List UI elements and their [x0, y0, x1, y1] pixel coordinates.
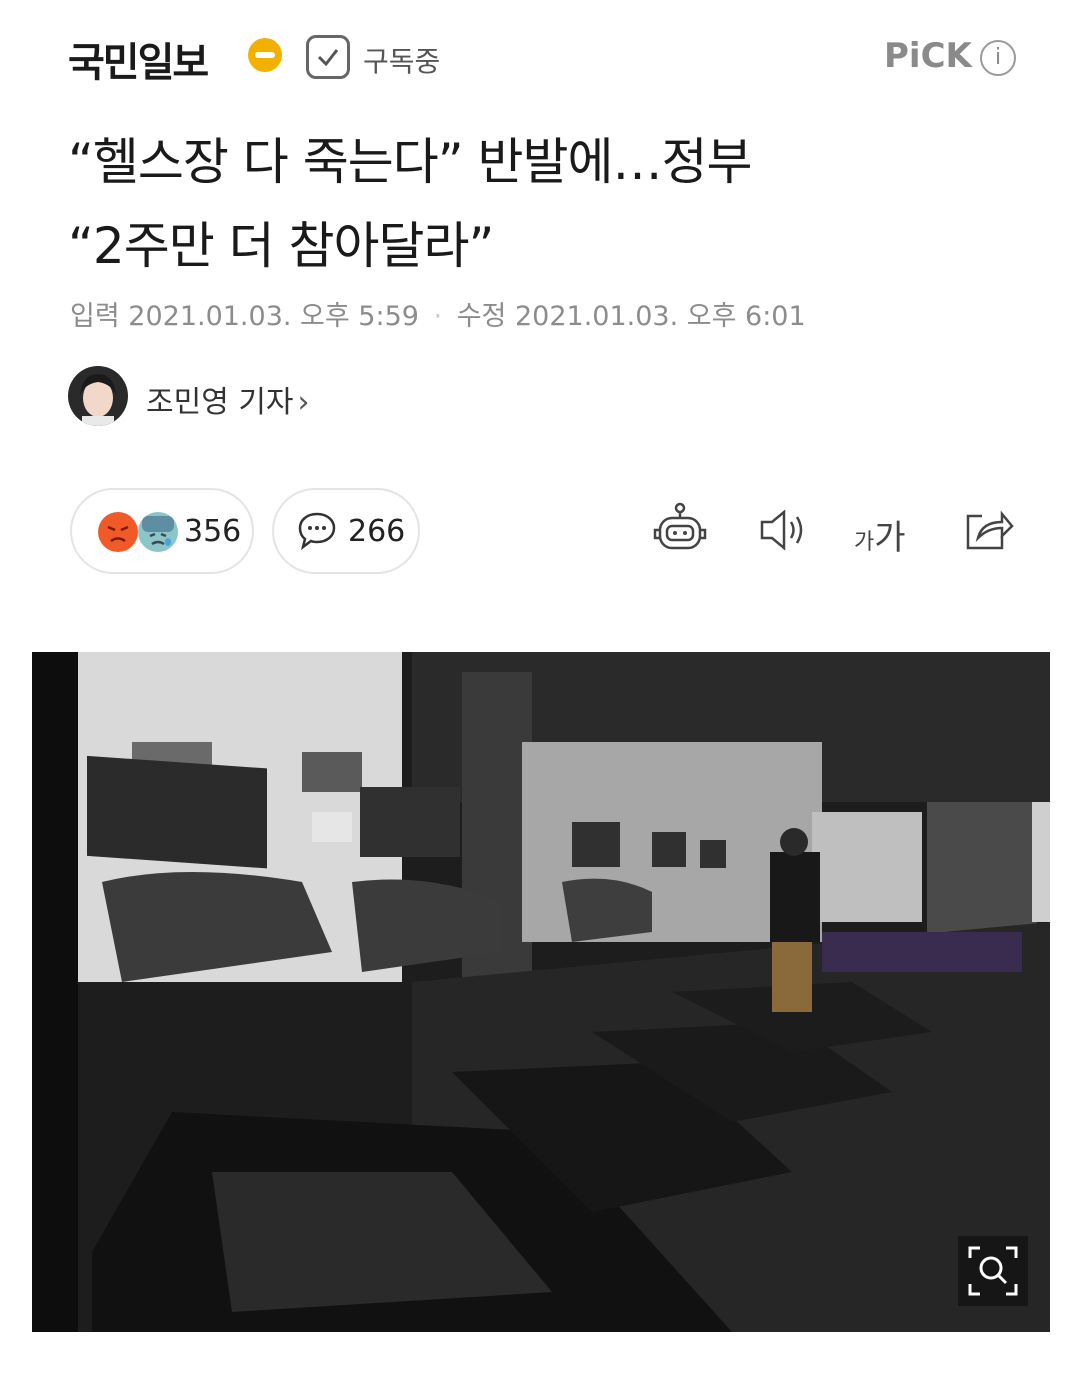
- press-badge-icon: [248, 38, 282, 72]
- subscribe-check-icon[interactable]: [306, 35, 350, 79]
- edit-time: 2021.01.03. 오후 6:01: [515, 301, 806, 332]
- article-header: 국민일보 구독중 PiCK i: [0, 0, 1080, 110]
- press-logo[interactable]: 국민일보: [68, 30, 209, 88]
- robot-summary-icon[interactable]: [650, 500, 710, 560]
- input-time: 2021.01.03. 오후 5:59: [128, 301, 419, 332]
- zoom-search-icon[interactable]: [958, 1236, 1028, 1306]
- input-label: 입력: [70, 301, 120, 332]
- title-line-2: “2주만 더 참아달라”: [68, 217, 494, 275]
- reaction-button[interactable]: 356: [70, 488, 254, 574]
- chevron-right-icon: ›: [297, 385, 310, 420]
- reaction-count: 356: [184, 514, 242, 549]
- subscribe-label[interactable]: 구독중: [363, 40, 440, 80]
- comment-button[interactable]: 266: [272, 488, 420, 574]
- edit-label: 수정: [456, 301, 507, 332]
- speaker-icon[interactable]: [754, 500, 814, 560]
- pick-label: PiCK: [884, 36, 972, 76]
- article-timestamps: 입력 2021.01.03. 오후 5:59 · 수정 2021.01.03. …: [70, 294, 806, 333]
- info-icon[interactable]: i: [980, 40, 1016, 76]
- gym-treadmills-image: [32, 652, 1050, 1332]
- article-photo[interactable]: [32, 652, 1050, 1332]
- reporter-avatar[interactable]: [68, 366, 128, 426]
- comment-icon: [298, 512, 336, 551]
- share-icon[interactable]: [958, 500, 1018, 560]
- comment-count: 266: [348, 514, 406, 549]
- font-size-large-label: 가: [874, 518, 906, 558]
- reporter-link[interactable]: 조민영 기자 ›: [146, 377, 310, 421]
- font-size-small-label: 가: [854, 530, 875, 555]
- article-title: “헬스장 다 죽는다” 반발에…정부 “2주만 더 참아달라”: [68, 120, 1028, 288]
- title-line-1: “헬스장 다 죽는다” 반발에…정부: [68, 133, 753, 191]
- meta-separator: ·: [433, 301, 443, 332]
- sad-emoji-icon: [138, 512, 178, 552]
- reporter-name: 조민영 기자: [146, 385, 294, 420]
- angry-emoji-icon: [98, 512, 138, 552]
- font-size-button[interactable]: 가가: [854, 510, 906, 559]
